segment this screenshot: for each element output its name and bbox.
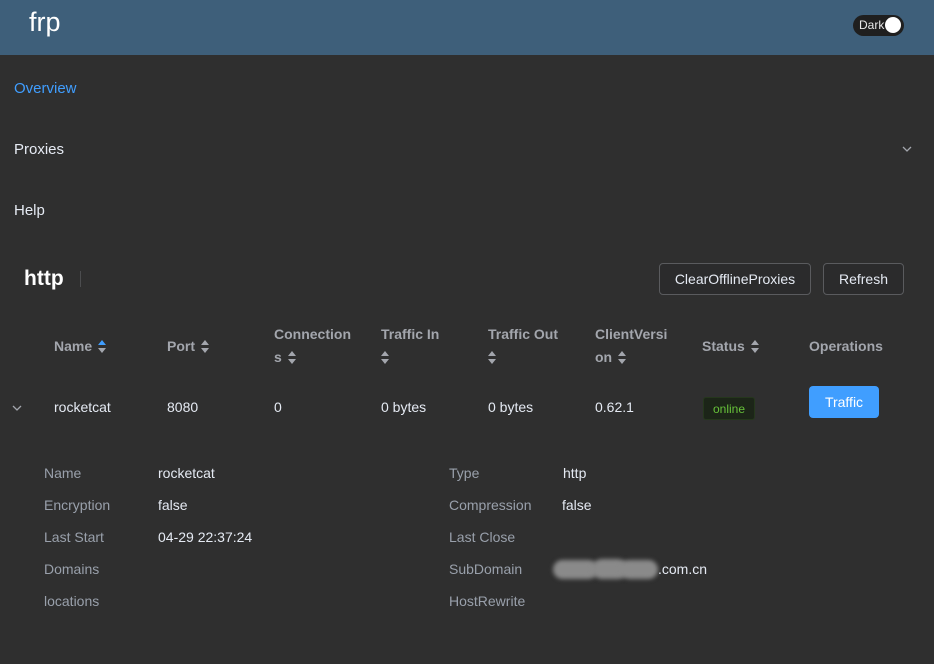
- dark-mode-label: Dark: [859, 18, 885, 32]
- cell-port: 8080: [167, 399, 199, 415]
- detail-label-locations: locations: [44, 593, 100, 609]
- detail-value-encryption: false: [158, 497, 188, 513]
- column-header-operations: Operations: [809, 335, 883, 358]
- column-header-label: ClientVersi: [595, 326, 668, 342]
- section-title: http: [24, 267, 64, 290]
- menu-item-help[interactable]: Help: [14, 202, 45, 219]
- column-header-label-continued: on: [595, 349, 613, 365]
- cell-traffic-out: 0 bytes: [488, 399, 534, 415]
- column-header-status[interactable]: Status: [702, 335, 760, 358]
- sort-icon[interactable]: [287, 351, 297, 365]
- column-header-traffic-in[interactable]: Traffic In: [381, 323, 439, 369]
- column-header-label: Connection: [274, 326, 351, 342]
- row-expand-chevron-icon[interactable]: [11, 402, 23, 414]
- detail-label-type: Type: [449, 465, 480, 481]
- detail-value-type: http: [563, 465, 587, 481]
- column-header-label: Operations: [809, 338, 883, 354]
- cell-client-version: 0.62.1: [595, 399, 634, 415]
- detail-value-last-start: 04-29 22:37:24: [158, 529, 253, 545]
- toggle-knob: [885, 17, 901, 33]
- column-header-label: Name: [54, 338, 93, 354]
- status-badge: online: [703, 397, 756, 420]
- detail-label-last-start: Last Start: [44, 529, 104, 545]
- detail-value-subdomain: .com.cn: [658, 561, 708, 577]
- menu-item-overview[interactable]: Overview: [14, 80, 77, 97]
- sort-icon[interactable]: [381, 351, 390, 365]
- column-header-label: Traffic In: [381, 326, 440, 342]
- column-header-connections[interactable]: Connection s: [274, 323, 351, 369]
- top-header: frp Dark: [0, 0, 934, 55]
- dark-mode-toggle[interactable]: Dark: [853, 15, 904, 36]
- detail-value-name: rocketcat: [158, 465, 215, 481]
- sort-icon[interactable]: [618, 351, 627, 365]
- traffic-button[interactable]: Traffic: [809, 386, 879, 418]
- detail-value-compression: false: [562, 497, 592, 513]
- column-header-traffic-out[interactable]: Traffic Out: [488, 323, 558, 369]
- title-divider: [80, 271, 81, 287]
- sort-icon[interactable]: [201, 340, 210, 354]
- chevron-down-icon[interactable]: [901, 143, 913, 155]
- detail-label-name: Name: [44, 465, 82, 481]
- column-header-port[interactable]: Port: [167, 335, 210, 358]
- detail-label-last-close: Last Close: [449, 529, 516, 545]
- clear-offline-proxies-button[interactable]: ClearOfflineProxies: [659, 263, 811, 295]
- detail-label-host-rewrite: HostRewrite: [449, 593, 526, 609]
- column-header-label: Port: [167, 338, 195, 354]
- menu-item-proxies[interactable]: Proxies: [14, 141, 64, 158]
- detail-label-compression: Compression: [449, 497, 532, 513]
- app-brand: frp: [29, 7, 61, 37]
- column-header-name[interactable]: Name: [54, 335, 107, 358]
- column-header-label: Traffic Out: [488, 326, 559, 342]
- cell-traffic-in: 0 bytes: [381, 399, 427, 415]
- detail-label-encryption: Encryption: [44, 497, 111, 513]
- detail-label-domains: Domains: [44, 561, 100, 577]
- column-header-client-version[interactable]: ClientVersi on: [595, 323, 667, 369]
- column-header-label: Status: [702, 338, 745, 354]
- cell-connections: 0: [274, 399, 282, 415]
- column-header-label-continued: s: [274, 349, 282, 365]
- sort-icon[interactable]: [750, 340, 760, 354]
- detail-label-subdomain: SubDomain: [449, 561, 523, 577]
- sort-icon[interactable]: [488, 351, 497, 365]
- sort-icon[interactable]: [98, 340, 107, 354]
- redacted-blur: [620, 560, 658, 579]
- cell-name: rocketcat: [54, 399, 111, 415]
- refresh-button[interactable]: Refresh: [823, 263, 904, 295]
